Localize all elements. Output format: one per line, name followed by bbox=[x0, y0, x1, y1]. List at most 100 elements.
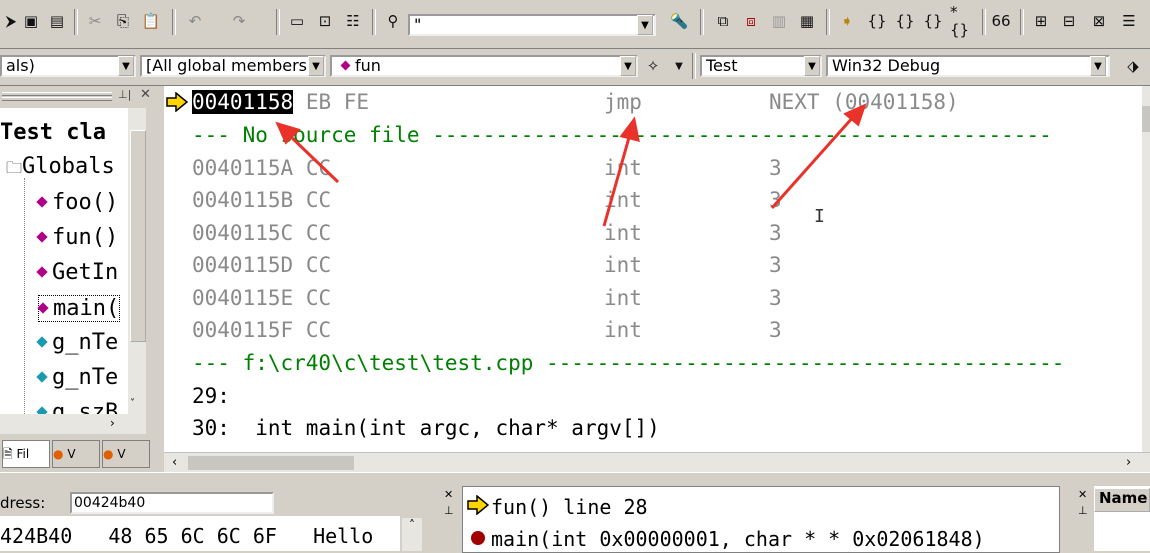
class-icon: ● bbox=[53, 447, 64, 461]
disasm-vscroll-thumb[interactable] bbox=[1142, 106, 1150, 132]
step-over-icon[interactable]: {} bbox=[894, 10, 916, 32]
variable-icon bbox=[36, 336, 48, 348]
compile-icon[interactable]: ⧉ bbox=[712, 10, 734, 32]
window-list-icon[interactable]: ☷ bbox=[342, 10, 364, 32]
wizard-icon[interactable]: ✧ bbox=[642, 55, 664, 77]
tree-item-getin[interactable]: GetIn bbox=[36, 260, 118, 285]
tree-vscroll[interactable]: ˅ bbox=[128, 108, 146, 414]
current-frame-arrow-icon bbox=[467, 494, 490, 516]
function-icon bbox=[37, 302, 49, 314]
class-tree: Test cla 🗀Globals foo() fun() GetIn main… bbox=[0, 108, 128, 414]
class-combo-value: als) bbox=[6, 56, 35, 75]
callstack-grip: ✕ ⊥ bbox=[440, 486, 460, 551]
tree-item-foo[interactable]: foo() bbox=[36, 190, 118, 215]
save-icon[interactable]: ▣ bbox=[20, 10, 42, 32]
tree-root[interactable]: Test cla bbox=[0, 120, 106, 145]
callstack-row[interactable]: fun() line 28 bbox=[491, 495, 648, 519]
members-combo[interactable]: [All global members bbox=[140, 55, 326, 77]
watch-name-header[interactable]: Name bbox=[1094, 488, 1150, 512]
function-combo[interactable]: fun bbox=[330, 55, 638, 77]
build-icon[interactable]: ⧈ bbox=[740, 10, 762, 32]
tree-hscroll[interactable]: › bbox=[0, 414, 146, 434]
find-combo-value: " bbox=[414, 15, 422, 34]
tree-tabs: 🗎 Fil ● V ● V bbox=[0, 436, 160, 472]
quickwatch-icon[interactable]: 66 bbox=[990, 10, 1012, 32]
platform-combo[interactable]: Win32 Debug bbox=[826, 55, 1110, 77]
watch-window: Name bbox=[1094, 486, 1150, 551]
tab-fileview[interactable]: 🗎 Fil bbox=[2, 440, 50, 468]
scroll-right-icon[interactable]: › bbox=[110, 416, 115, 430]
pane-maximize-icon[interactable]: ⊥ bbox=[1078, 504, 1088, 517]
memory-row[interactable]: 424B40 48 65 6C 6C 6F Hello bbox=[0, 524, 373, 548]
tree-item-main[interactable]: main( bbox=[37, 295, 121, 322]
watch-window-icon[interactable]: ⊞ bbox=[1030, 10, 1052, 32]
toolbar: ⮞ ▣ ▤ ✂ ⎘ 📋 ↶ ↷ ▭ ⊡ ☷ ⚲ " ▼ 🔦 ⧉ ⧈ ▥ ▦ ➧ … bbox=[0, 0, 1150, 49]
wizard-menu-arrow-icon[interactable]: ▼ bbox=[668, 55, 690, 77]
find-combo-arrow-icon[interactable]: ▼ bbox=[637, 15, 653, 35]
open-icon[interactable]: ⮞ bbox=[0, 10, 22, 32]
tree-vscroll-thumb[interactable] bbox=[130, 130, 146, 342]
platform-combo-value: Win32 Debug bbox=[832, 56, 941, 75]
scroll-down-icon[interactable]: ˅ bbox=[130, 398, 135, 409]
build-config-icon[interactable]: ⬗ bbox=[1122, 55, 1144, 77]
cut-icon[interactable]: ✂ bbox=[84, 10, 106, 32]
frame-dot-icon bbox=[471, 531, 485, 545]
output-icon[interactable]: ⊡ bbox=[314, 10, 336, 32]
scroll-right-icon[interactable]: › bbox=[1126, 455, 1131, 470]
file-icon: 🗎 bbox=[3, 447, 13, 461]
bottom-splitter[interactable] bbox=[0, 472, 1150, 487]
pane-maximize-icon[interactable]: ⊥| bbox=[118, 88, 131, 101]
disasm-vscroll[interactable] bbox=[1142, 86, 1150, 452]
annotation-arrows bbox=[275, 103, 867, 227]
tab-resourceview[interactable]: ● V bbox=[102, 440, 150, 468]
redo-icon[interactable]: ↷ bbox=[228, 10, 250, 32]
tree-globals[interactable]: 🗀Globals bbox=[6, 154, 115, 184]
tree-item-var-3[interactable]: g_szB bbox=[36, 400, 118, 414]
platform-combo-arrow-icon[interactable]: ▼ bbox=[1090, 56, 1106, 76]
function-icon bbox=[36, 266, 48, 278]
disassembly-view[interactable]: 00401158 EB FE jmp NEXT (00401158) --- N… bbox=[164, 86, 1142, 452]
class-combo[interactable]: als) bbox=[0, 55, 136, 77]
step-out-icon[interactable]: {} bbox=[922, 10, 944, 32]
pane-close-icon[interactable]: ✕ bbox=[1078, 488, 1087, 501]
tree-item-fun[interactable]: fun() bbox=[36, 225, 118, 250]
pane-close-icon[interactable]: ✕ bbox=[444, 488, 453, 501]
scroll-left-icon[interactable]: ‹ bbox=[172, 455, 177, 470]
disasm-hscroll-thumb[interactable] bbox=[188, 456, 354, 470]
tree-pane-grip: ⊥| ✕ bbox=[0, 86, 160, 108]
members-combo-arrow-icon[interactable]: ▼ bbox=[308, 56, 324, 76]
class-combo-arrow-icon[interactable]: ▼ bbox=[118, 56, 134, 76]
memory-address-label: dress: bbox=[0, 494, 46, 512]
find-in-files-icon[interactable]: ⚲ bbox=[382, 10, 404, 32]
step-into-icon[interactable]: {} bbox=[866, 10, 888, 32]
registers-window-icon[interactable]: ⊠ bbox=[1088, 10, 1110, 32]
function-icon bbox=[36, 231, 48, 243]
callstack-row[interactable]: main(int 0x00000001, char * * 0x02061848… bbox=[491, 527, 985, 551]
pane-maximize-icon[interactable]: ⊥ bbox=[444, 504, 454, 517]
variables-window-icon[interactable]: ⊟ bbox=[1058, 10, 1080, 32]
paste-icon[interactable]: 📋 bbox=[140, 10, 162, 32]
tree-item-var-1[interactable]: g_nTe bbox=[36, 330, 118, 355]
workspace-icon[interactable]: ▭ bbox=[286, 10, 308, 32]
memory-window-icon[interactable]: ☰ bbox=[1118, 10, 1140, 32]
folder-icon: 🗀 bbox=[6, 158, 23, 177]
find-combo[interactable]: " bbox=[408, 14, 656, 36]
tree-item-var-2[interactable]: g_nTe bbox=[36, 365, 118, 390]
copy-icon[interactable]: ⎘ bbox=[112, 10, 134, 32]
go-icon[interactable]: ➧ bbox=[836, 10, 858, 32]
execute-icon[interactable]: ▦ bbox=[796, 10, 818, 32]
find-icon[interactable]: 🔦 bbox=[668, 10, 690, 32]
resource-icon: ● bbox=[103, 447, 114, 461]
run-to-cursor-icon[interactable]: *{} bbox=[950, 3, 972, 39]
memory-address-input[interactable]: 00424b40 bbox=[70, 492, 274, 514]
tab-classview[interactable]: ● V bbox=[52, 440, 100, 468]
undo-icon[interactable]: ↶ bbox=[184, 10, 206, 32]
save-all-icon[interactable]: ▤ bbox=[46, 10, 68, 32]
config-combo-arrow-icon[interactable]: ▼ bbox=[804, 56, 820, 76]
pane-close-icon[interactable]: ✕ bbox=[140, 87, 151, 102]
function-icon bbox=[340, 60, 351, 71]
memory-scroll-up-icon[interactable]: ˄ bbox=[402, 518, 422, 551]
function-combo-arrow-icon[interactable]: ▼ bbox=[620, 56, 636, 76]
disasm-hscroll[interactable]: ‹ › bbox=[164, 452, 1150, 473]
stop-build-icon[interactable]: ▥ bbox=[768, 10, 790, 32]
